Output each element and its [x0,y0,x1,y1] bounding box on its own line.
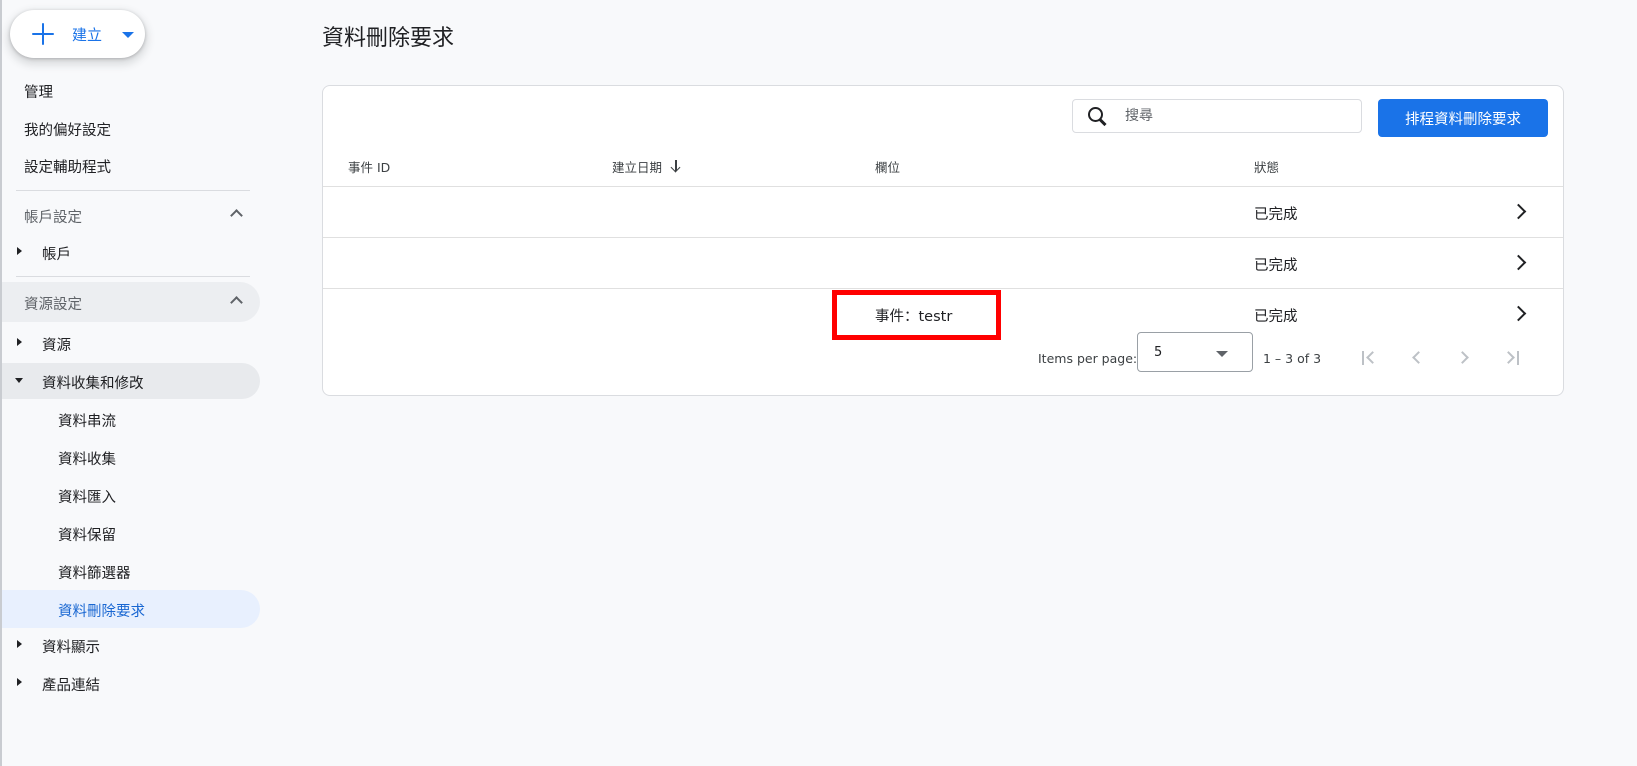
nav-link-setup-assistant[interactable]: 設定輔助程式 [24,156,111,177]
last-page-icon [1502,351,1515,364]
paginator: Items per page: 5 1 – 3 of 3 [323,330,1563,390]
sidebar-subitem-label: 資料刪除要求 [58,604,145,620]
caret-down-icon [15,378,23,383]
sort-descending-icon [670,157,682,173]
sidebar-subitem-label: 資料匯入 [58,490,116,506]
page-size-select[interactable]: 5 [1137,332,1253,372]
sidebar-item-property[interactable]: 資源 [2,325,260,361]
items-per-page-label: Items per page: [1038,351,1138,366]
caret-down-icon [1216,351,1228,357]
caret-right-icon [17,640,22,648]
sidebar-item-product-links[interactable]: 產品連結 [2,665,260,701]
sidebar-subitem-data-collection[interactable]: 資料收集 [2,438,260,476]
first-page-button[interactable] [1353,342,1385,374]
caret-right-icon [17,338,22,346]
search-box[interactable] [1072,99,1362,133]
section-property-settings[interactable]: 資源設定 [2,282,260,322]
section-title: 帳戶設定 [24,210,82,226]
nav-link-preferences[interactable]: 我的偏好設定 [24,119,111,140]
table-row[interactable]: 已完成 [323,187,1563,238]
page-title: 資料刪除要求 [322,26,455,51]
sidebar: 建立 管理 我的偏好設定 設定輔助程式 帳戶設定 帳戶 資源設定 資源 資料收集… [2,0,260,766]
first-page-icon [1366,351,1379,364]
sidebar-item-data-display[interactable]: 資料顯示 [2,627,260,663]
sidebar-item-data-collection-modification[interactable]: 資料收集和修改 [2,363,260,399]
create-button[interactable]: 建立 [10,10,145,58]
sidebar-item-label: 資源 [42,338,71,354]
deletion-requests-card: 排程資料刪除要求 事件 ID 建立日期 欄位 狀態 已完成 已完成 事件：tes… [322,85,1564,396]
chevron-right-icon[interactable] [1510,254,1527,271]
last-page-icon-bar [1517,351,1519,365]
column-header-created-date[interactable]: 建立日期 [612,157,677,176]
sidebar-subitem-data-streams[interactable]: 資料串流 [2,400,260,438]
sidebar-item-label: 資料收集和修改 [42,376,144,392]
column-header-event-id[interactable]: 事件 ID [348,157,390,176]
sidebar-subitem-label: 資料串流 [58,414,116,430]
sidebar-subitem-data-retention[interactable]: 資料保留 [2,514,260,552]
chevron-up-icon [230,209,243,222]
sidebar-subitem-data-filters[interactable]: 資料篩選器 [2,552,260,590]
chevron-left-icon [1412,351,1425,364]
table-row[interactable]: 已完成 [323,238,1563,289]
row-status: 已完成 [1254,258,1298,274]
create-button-label: 建立 [72,26,103,44]
sidebar-item-label: 產品連結 [42,678,100,694]
chevron-up-icon [230,296,243,309]
sidebar-subitem-label: 資料收集 [58,452,116,468]
sidebar-item-label: 帳戶 [42,247,71,263]
first-page-icon-bar [1362,351,1364,365]
sidebar-subitem-label: 資料保留 [58,528,116,544]
column-header-field[interactable]: 欄位 [875,157,900,176]
sidebar-subitem-data-deletion-requests[interactable]: 資料刪除要求 [2,590,260,628]
chevron-right-icon[interactable] [1510,203,1527,220]
nav-link-admin[interactable]: 管理 [24,81,53,102]
page-size-value: 5 [1154,345,1163,360]
column-header-label: 建立日期 [612,160,663,175]
caret-right-icon [17,247,22,255]
sidebar-subitem-data-import[interactable]: 資料匯入 [2,476,260,514]
last-page-button[interactable] [1497,342,1529,374]
sidebar-divider [16,190,250,191]
caret-right-icon [17,678,22,686]
chevron-right-icon [1456,351,1469,364]
sidebar-divider [16,276,250,277]
column-header-status[interactable]: 狀態 [1254,157,1279,176]
page: 建立 管理 我的偏好設定 設定輔助程式 帳戶設定 帳戶 資源設定 資源 資料收集… [0,0,1637,766]
sidebar-item-account[interactable]: 帳戶 [2,234,260,270]
page-range-label: 1 – 3 of 3 [1263,351,1322,366]
schedule-deletion-request-button[interactable]: 排程資料刪除要求 [1378,99,1548,137]
row-status: 已完成 [1254,207,1298,223]
chevron-right-icon[interactable] [1510,305,1527,322]
caret-down-icon [122,32,134,38]
previous-page-button[interactable] [1401,342,1433,374]
search-input[interactable] [1125,104,1345,128]
plus-icon [30,21,56,47]
sidebar-subitem-label: 資料篩選器 [58,566,131,582]
section-account-settings[interactable]: 帳戶設定 [2,195,260,235]
search-icon [1087,106,1109,128]
row-status: 已完成 [1254,309,1298,325]
section-title: 資源設定 [24,297,82,313]
next-page-button[interactable] [1449,342,1481,374]
sidebar-item-label: 資料顯示 [42,640,100,656]
